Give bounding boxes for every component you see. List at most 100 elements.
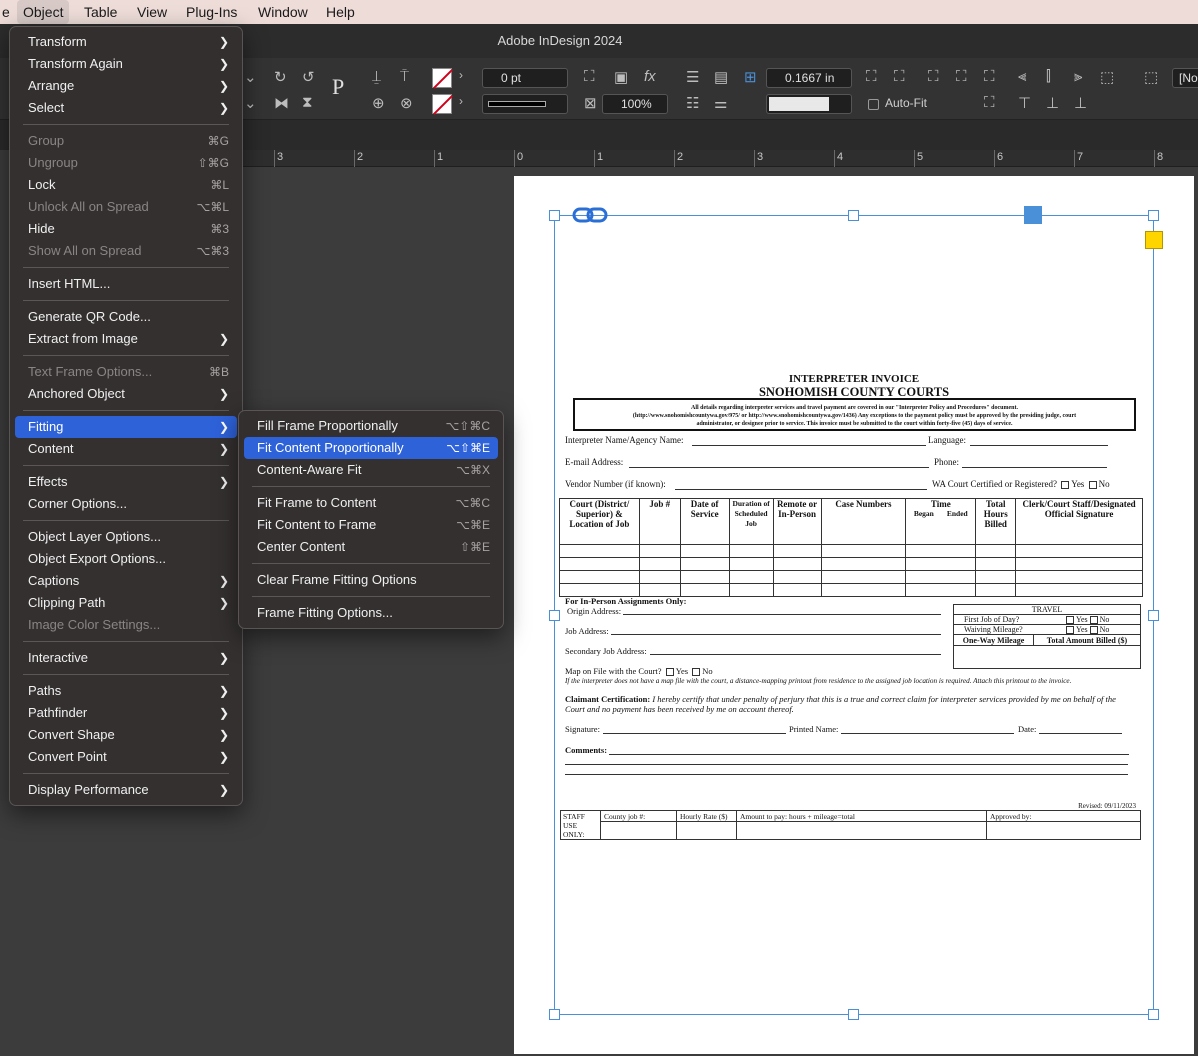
resize-handle-right[interactable] [1148,610,1159,621]
select-content-icon[interactable]: ⊗ [400,94,413,112]
menu-item-convert-point[interactable]: Convert Point ❯ [15,746,237,768]
stroke-type-select[interactable] [482,94,568,114]
menu-item-select[interactable]: Select ❯ [15,97,237,119]
menu-item-paths[interactable]: Paths ❯ [15,680,237,702]
fitting-item-frame-fitting-options[interactable]: Frame Fitting Options... [244,602,498,624]
offset-icon[interactable]: ⊞ [744,68,757,86]
select-container-icon[interactable]: ⊕ [372,94,385,112]
text-wrap-jump-icon[interactable]: ⚌ [714,94,727,112]
menu-item-captions[interactable]: Captions ❯ [15,570,237,592]
distribute-icon[interactable]: ⍑ [400,68,409,85]
menu-item-shortcut: ⌥⌘X [456,463,490,477]
horizontal-ruler[interactable]: 3 2 1 0 1 2 3 4 5 6 7 8 [240,150,1198,167]
menu-item-arrange[interactable]: Arrange ❯ [15,75,237,97]
stroke-weight-field[interactable]: 0 pt [482,68,568,88]
object-style-select[interactable]: [No [1172,68,1198,88]
menubar-edit[interactable]: e [0,0,16,24]
drop-shadow-icon[interactable]: ▣ [614,68,628,86]
resize-handle-top-right[interactable] [1148,210,1159,221]
offset-field[interactable]: 0.1667 in [766,68,852,88]
menu-item-label: Interactive [28,650,88,665]
menubar-table[interactable]: Table [78,0,123,24]
selected-graphic-frame[interactable] [554,215,1154,1015]
chevron-down-icon[interactable]: ⌄ [244,94,257,112]
resize-handle-bottom[interactable] [848,1009,859,1020]
panel-options-icon[interactable]: ⬚ [1144,68,1158,86]
fitting-item-content-aware-fit[interactable]: Content-Aware Fit ⌥⌘X [244,459,498,481]
chevron-right-icon: ❯ [218,57,229,71]
opacity-icon[interactable]: ⊠ [584,94,597,112]
menu-item-insert-html[interactable]: Insert HTML... [15,273,237,295]
text-wrap-shape-icon[interactable]: ☷ [686,94,699,112]
text-wrap-none-icon[interactable]: ☰ [686,68,699,86]
align-left-icon[interactable]: ⫷ [1018,68,1026,85]
menubar-window[interactable]: Window [252,0,314,24]
align-right-icon[interactable]: ⫸ [1074,68,1082,85]
menubar-view[interactable]: View [131,0,173,24]
effects-fx-icon[interactable]: fx [644,68,656,85]
menu-item-clipping-path[interactable]: Clipping Path ❯ [15,592,237,614]
menu-item-lock[interactable]: Lock ⌘L [15,174,237,196]
opacity-field[interactable]: 100% [602,94,668,114]
fitting-item-center-content[interactable]: Center Content ⇧⌘E [244,536,498,558]
fitting-item-fit-content-to-frame[interactable]: Fit Content to Frame ⌥⌘E [244,514,498,536]
align-bottom-icon[interactable]: ⊥ [1074,94,1087,112]
live-corner-handle[interactable] [1145,231,1163,249]
resize-handle-top-left[interactable] [549,210,560,221]
content-aware-icon[interactable]: ⛶ [984,94,995,111]
flip-horizontal-icon[interactable]: ⧓ [274,94,289,112]
menu-item-effects[interactable]: Effects ❯ [15,471,237,493]
menu-item-object-export-options[interactable]: Object Export Options... [15,548,237,570]
style-select[interactable] [766,94,852,114]
chevron-right-icon[interactable]: › [459,94,463,108]
resize-handle-top[interactable] [848,210,859,221]
menu-item-anchored-object[interactable]: Anchored Object ❯ [15,383,237,405]
fitting-item-fit-content-proportionally[interactable]: Fit Content Proportionally ⌥⇧⌘E [244,437,498,459]
align-center-icon[interactable]: ⫿ [1046,68,1051,85]
align-icon[interactable]: ⍊ [372,68,381,85]
menubar-help[interactable]: Help [320,0,361,24]
flip-vertical-icon[interactable]: ⧗ [302,94,313,111]
text-wrap-bbox-icon[interactable]: ▤ [714,68,728,86]
fit-frame-icon[interactable]: ⛶ [894,68,905,85]
resize-handle-left[interactable] [549,610,560,621]
fill-swatch[interactable] [432,68,452,88]
fitting-item-fit-frame-to-content[interactable]: Fit Frame to Content ⌥⌘C [244,492,498,514]
menu-item-fitting[interactable]: Fitting ❯ [15,416,237,438]
frame-fit-icon[interactable]: ⛶ [584,68,595,85]
align-middle-icon[interactable]: ⊥ [1046,94,1059,112]
menu-item-pathfinder[interactable]: Pathfinder ❯ [15,702,237,724]
chevron-right-icon[interactable]: › [459,68,463,82]
menu-item-generate-qr-code[interactable]: Generate QR Code... [15,306,237,328]
menu-item-display-performance[interactable]: Display Performance ❯ [15,779,237,801]
menubar-object[interactable]: Object [17,0,70,24]
align-to-icon[interactable]: ⬚ [1100,68,1114,86]
fit-proportional-icon[interactable]: ⛶ [956,68,967,85]
menu-item-extract-from-image[interactable]: Extract from Image ❯ [15,328,237,350]
menu-item-content[interactable]: Content ❯ [15,438,237,460]
menu-item-convert-shape[interactable]: Convert Shape ❯ [15,724,237,746]
fill-proportional-icon[interactable]: ⛶ [928,68,939,85]
align-top-icon[interactable]: ⊤ [1018,94,1031,112]
menu-item-hide[interactable]: Hide ⌘3 [15,218,237,240]
fitting-item-clear-frame-fitting-options[interactable]: Clear Frame Fitting Options [244,569,498,591]
content-grabber-handle[interactable] [1024,206,1042,224]
link-icon[interactable] [571,206,609,224]
menu-item-corner-options[interactable]: Corner Options... [15,493,237,515]
reference-point-p-icon[interactable]: P [332,74,344,100]
rotate-cw-icon[interactable]: ↻ [274,68,287,86]
menu-item-object-layer-options[interactable]: Object Layer Options... [15,526,237,548]
resize-handle-bottom-right[interactable] [1148,1009,1159,1020]
menubar-plugins[interactable]: Plug-Ins [180,0,243,24]
chevron-down-icon[interactable]: ⌄ [244,68,257,86]
stroke-swatch[interactable] [432,94,452,114]
menu-item-transform[interactable]: Transform ❯ [15,31,237,53]
fit-content-icon[interactable]: ⛶ [866,68,877,85]
rotate-ccw-icon[interactable]: ↺ [302,68,315,86]
menu-item-transform-again[interactable]: Transform Again ❯ [15,53,237,75]
autofit-checkbox[interactable] [868,99,879,110]
menu-item-interactive[interactable]: Interactive ❯ [15,647,237,669]
fitting-item-fill-frame-proportionally[interactable]: Fill Frame Proportionally ⌥⇧⌘C [244,415,498,437]
center-content-icon[interactable]: ⛶ [984,68,995,85]
resize-handle-bottom-left[interactable] [549,1009,560,1020]
